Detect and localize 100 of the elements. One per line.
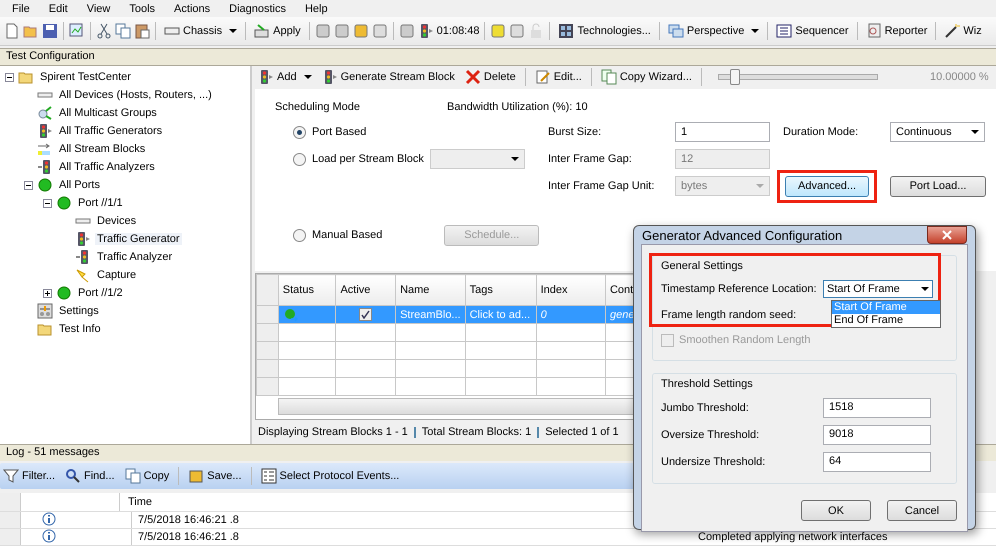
table-cell: StreamBlo... (396, 306, 466, 324)
group-title: Threshold Settings (661, 378, 754, 392)
close-button[interactable] (927, 226, 967, 244)
load-reading: 10.00000 % (930, 71, 989, 84)
tree-item[interactable]: Settings (57, 305, 101, 317)
tree-item[interactable]: Port //1/1 (76, 197, 125, 209)
menu-item[interactable]: Help (296, 2, 339, 14)
delete-icon (464, 69, 481, 86)
menu-item[interactable]: File (4, 2, 41, 14)
toolbar-button[interactable]: Technologies... (555, 21, 654, 41)
field-label: Duration Mode: (783, 126, 860, 138)
menu-item[interactable]: Diagnostics (221, 2, 297, 14)
toolbar-button[interactable]: Copy Wizard... (598, 67, 695, 88)
toolbar-button[interactable]: Find... (62, 466, 118, 486)
save-icon (42, 23, 58, 39)
toolbar-icon[interactable] (334, 23, 350, 39)
tree-item[interactable]: Port //1/2 (76, 287, 125, 299)
toolbar-button[interactable]: Chassis (161, 21, 240, 41)
advanced-button[interactable]: Advanced... (785, 176, 870, 197)
field-label: Timestamp Reference Location: (661, 283, 818, 295)
menu-item[interactable]: Actions (166, 2, 222, 14)
tree-item[interactable]: Traffic Generator (95, 233, 182, 245)
collapse-icon[interactable] (24, 180, 33, 190)
tree-item[interactable]: All Traffic Generators (57, 125, 164, 137)
tree-item[interactable]: All Stream Blocks (57, 143, 148, 155)
load-slider[interactable] (718, 69, 878, 86)
status-dot-icon (37, 177, 53, 193)
toolbar-button[interactable]: Filter... (0, 466, 58, 486)
toolbar-icon[interactable] (490, 23, 506, 39)
radio-button[interactable] (293, 126, 306, 139)
checkbox[interactable] (359, 308, 372, 322)
dropdown[interactable]: Continuous (890, 122, 985, 142)
apply-icon (254, 23, 270, 39)
tree-item[interactable]: Test Info (57, 323, 103, 335)
tree-item[interactable]: All Multicast Groups (57, 107, 159, 119)
menu-item[interactable]: View (78, 2, 122, 14)
chart-save-icon (69, 23, 85, 39)
status-dot-icon (56, 285, 72, 301)
input-field[interactable]: 1518 (823, 398, 931, 418)
field-label: Burst Size: (548, 126, 602, 138)
copy-icon (600, 69, 617, 86)
toolbar-button[interactable]: Select Protocol Events... (258, 466, 402, 486)
toolbar-button[interactable]: Copy (122, 466, 172, 486)
status-icon (282, 306, 299, 323)
column-header[interactable]: Index (536, 274, 606, 306)
toolbar-button[interactable]: Reporter (862, 21, 930, 41)
toolbar-button[interactable]: Generate Stream Block (318, 67, 458, 88)
input-field[interactable]: 9018 (823, 424, 931, 444)
collapse-icon[interactable] (43, 198, 52, 208)
expand-icon[interactable] (43, 288, 52, 298)
tree-item[interactable]: All Ports (57, 179, 102, 191)
status-text: Total Stream Blocks: 1 (422, 426, 532, 438)
traffic-light-icon (75, 249, 91, 265)
new-file-icon (4, 23, 20, 39)
collapse-icon[interactable] (5, 72, 14, 82)
toolbar-button[interactable]: Wiz (941, 21, 985, 41)
settings-icon (37, 303, 53, 319)
panel-title: Test Configuration (0, 48, 996, 66)
tree-item[interactable]: All Traffic Analyzers (57, 161, 157, 173)
stream-blocks-icon (37, 141, 53, 157)
radio-button[interactable] (293, 228, 306, 242)
toolbar-button[interactable]: Add (255, 67, 315, 88)
column-header[interactable]: Active (336, 274, 396, 306)
tree-item[interactable]: All Devices (Hosts, Routers, ...) (57, 89, 214, 101)
toolbar-icon[interactable] (352, 23, 369, 39)
column-header[interactable]: Name (396, 274, 466, 306)
edit-icon (534, 69, 551, 86)
dropdown-option[interactable]: End Of Frame (832, 314, 940, 327)
radio-button[interactable] (293, 152, 306, 166)
toolbar-icon[interactable] (372, 23, 388, 39)
status-text: Displaying Stream Blocks 1 - 1 (258, 426, 408, 438)
row-header (0, 512, 21, 528)
report-icon (866, 23, 882, 39)
cancel-button[interactable]: Cancel (887, 500, 957, 521)
toolbar-button[interactable]: Delete (462, 67, 519, 88)
input-field[interactable]: 64 (823, 452, 931, 472)
toolbar-icon[interactable] (398, 23, 415, 39)
table-cell: 0 (536, 306, 606, 324)
column-header[interactable]: Tags (465, 274, 536, 306)
tree-item[interactable]: Devices (95, 215, 138, 227)
toolbar-icon[interactable] (509, 23, 526, 39)
menu-item[interactable]: Edit (40, 2, 79, 14)
toolbar-button[interactable]: Edit... (532, 67, 585, 88)
menu-item[interactable]: Tools (121, 2, 166, 14)
dropdown[interactable]: Start Of Frame (823, 280, 933, 298)
port-load-button[interactable]: Port Load... (890, 176, 986, 197)
copy-icon (124, 468, 141, 484)
toolbar-button[interactable]: Save... (185, 466, 245, 486)
ok-button[interactable]: OK (801, 500, 871, 521)
column-header[interactable]: Status (278, 274, 336, 306)
tree-item[interactable]: Capture (95, 269, 138, 281)
toolbar-icon[interactable] (314, 23, 331, 39)
toolbar-button[interactable]: Sequencer (773, 21, 852, 41)
input-field[interactable]: 1 (675, 122, 770, 142)
column-header[interactable]: Time (120, 496, 152, 508)
toolbar-button[interactable]: Apply (251, 21, 304, 41)
tree-item[interactable]: Traffic Analyzer (95, 251, 174, 263)
tree-item[interactable]: Spirent TestCenter (38, 71, 133, 83)
radio-label: Port Based (312, 126, 366, 138)
toolbar-button[interactable]: Perspective (664, 21, 762, 41)
